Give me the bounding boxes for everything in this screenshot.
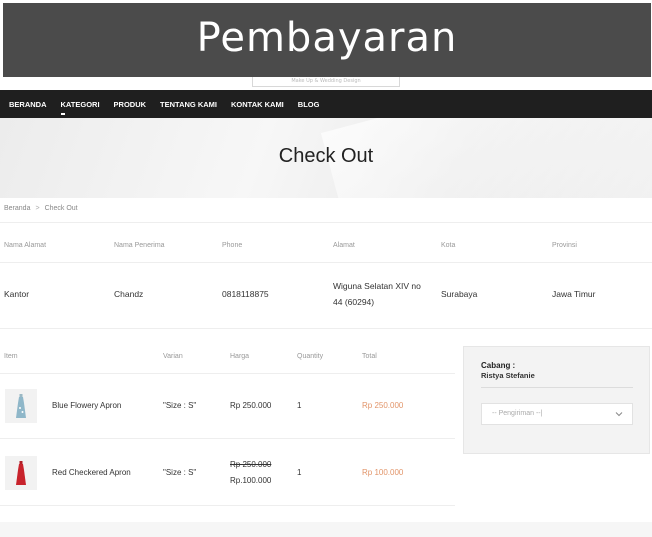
cabang-name: Ristya Stefanie bbox=[481, 371, 535, 380]
page-banner: Pembayaran bbox=[3, 3, 651, 77]
address-phone: 0818118875 bbox=[222, 289, 269, 299]
apron-icon bbox=[16, 461, 26, 485]
breadcrumb-current: Check Out bbox=[44, 205, 78, 212]
blue-apron-image[interactable] bbox=[5, 389, 37, 423]
item-price: Rp.100.000 bbox=[230, 476, 272, 485]
site-logo[interactable]: Make Up & Wedding Design bbox=[252, 77, 400, 87]
divider bbox=[481, 387, 633, 388]
item-price: Rp 250.000 bbox=[230, 401, 272, 410]
address-header-provinsi: Provinsi bbox=[552, 242, 577, 249]
items-header-harga: Harga bbox=[230, 353, 250, 360]
nav-item-kategori[interactable]: KATEGORI bbox=[60, 100, 100, 115]
breadcrumb-home-link[interactable]: Beranda bbox=[4, 205, 30, 212]
shipping-select[interactable]: -- Pengiriman --| bbox=[481, 403, 633, 425]
main-navbar: BERANDA KATEGORI PRODUK TENTANG KAMI KON… bbox=[0, 90, 652, 118]
breadcrumb: Beranda > Check Out bbox=[4, 205, 78, 212]
address-header-nama-alamat: Nama Alamat bbox=[4, 242, 47, 249]
address-name: Kantor bbox=[4, 289, 30, 299]
address-city: Surabaya bbox=[441, 289, 478, 299]
address-header-kota: Kota bbox=[441, 242, 456, 249]
breadcrumb-separator: > bbox=[35, 205, 40, 212]
nav-item-blog[interactable]: BLOG bbox=[298, 100, 320, 109]
items-header-varian: Varian bbox=[163, 353, 183, 360]
item-total: Rp 100.000 bbox=[362, 468, 404, 477]
item-quantity: 1 bbox=[297, 468, 302, 477]
page-hero: Check Out bbox=[0, 118, 652, 198]
nav-list: BERANDA KATEGORI PRODUK TENTANG KAMI KON… bbox=[9, 90, 333, 118]
address-header-nama-penerima: Nama Penerima bbox=[114, 242, 165, 249]
items-header-quantity: Quantity bbox=[297, 353, 324, 360]
footer-band bbox=[0, 522, 652, 537]
address-line-2: 44 (60294) bbox=[333, 297, 375, 307]
divider bbox=[0, 373, 455, 374]
divider bbox=[0, 438, 455, 439]
item-variant: "Size : S" bbox=[163, 401, 197, 410]
nav-item-kontak-kami[interactable]: KONTAK KAMI bbox=[231, 100, 284, 109]
divider bbox=[0, 222, 652, 223]
items-header-item: Item bbox=[4, 353, 18, 360]
nav-item-produk[interactable]: PRODUK bbox=[114, 100, 147, 109]
address-header-phone: Phone bbox=[222, 242, 243, 249]
item-quantity: 1 bbox=[297, 401, 302, 410]
items-header-total: Total bbox=[362, 353, 377, 360]
branch-shipping-panel: Cabang : Ristya Stefanie -- Pengiriman -… bbox=[463, 346, 650, 454]
shipping-placeholder: -- Pengiriman --| bbox=[492, 410, 543, 417]
banner-title: Pembayaran bbox=[196, 15, 458, 61]
item-variant: "Size : S" bbox=[163, 468, 197, 477]
item-name[interactable]: Blue Flowery Apron bbox=[52, 398, 121, 413]
item-total: Rp 250.000 bbox=[362, 401, 404, 410]
divider bbox=[0, 262, 652, 263]
address-header-alamat: Alamat bbox=[333, 242, 355, 249]
divider bbox=[0, 505, 455, 506]
address-province: Jawa Timur bbox=[552, 289, 596, 299]
item-old-price: Rp 250.000 bbox=[230, 460, 272, 469]
cabang-label: Cabang : bbox=[481, 361, 516, 370]
red-apron-image[interactable] bbox=[5, 456, 37, 490]
logo-tagline: Make Up & Wedding Design bbox=[291, 78, 361, 84]
chevron-down-icon bbox=[615, 412, 623, 417]
page-title: Check Out bbox=[278, 145, 374, 167]
item-name[interactable]: Red Checkered Apron bbox=[52, 465, 131, 480]
nav-item-beranda[interactable]: BERANDA bbox=[9, 100, 47, 109]
nav-item-tentang-kami[interactable]: TENTANG KAMI bbox=[160, 100, 217, 109]
apron-icon bbox=[16, 394, 26, 418]
address-recipient: Chandz bbox=[114, 289, 144, 299]
divider bbox=[0, 328, 652, 329]
address-line-1: Wiguna Selatan XIV no bbox=[333, 281, 421, 291]
